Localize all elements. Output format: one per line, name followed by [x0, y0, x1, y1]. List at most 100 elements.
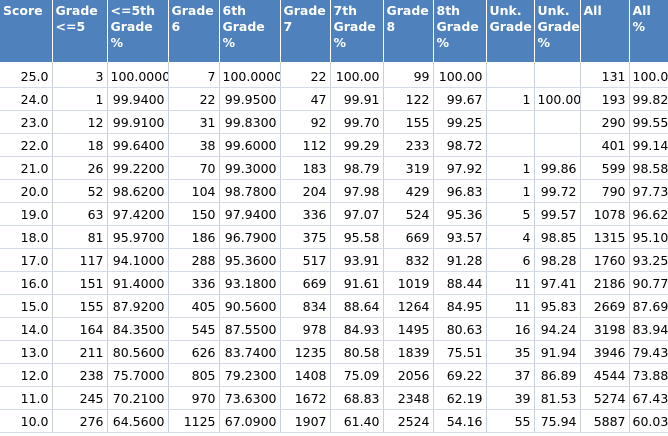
table-cell-unk-grade-pct: 86.89 — [534, 363, 581, 387]
table-cell-6th-grade-pct: 99.8300 — [219, 110, 281, 134]
table-cell-le5th-grade-pct: 95.9700 — [107, 225, 169, 249]
table-cell-unk-grade-pct: 100.00 — [534, 87, 581, 111]
table-cell-grade-8: 429 — [383, 179, 434, 203]
table-cell-unk-grade: 35 — [486, 340, 535, 364]
table-cell-all-pct: 100.00 — [629, 62, 668, 88]
table-cell-unk-grade-pct — [534, 62, 581, 88]
table-cell-all: 193 — [580, 87, 630, 111]
table-cell-grade-7: 1907 — [280, 409, 331, 433]
table-cell-unk-grade: 1 — [486, 179, 535, 203]
table-cell-grade-le5: 151 — [52, 271, 108, 295]
table-cell-7th-grade-pct: 91.61 — [330, 271, 384, 295]
table-cell-unk-grade-pct — [534, 133, 581, 157]
column-header-unk-grade-pct: Unk. Grade % — [534, 0, 581, 62]
table-cell-8th-grade-pct: 93.57 — [433, 225, 487, 249]
table-cell-8th-grade-pct: 97.92 — [433, 156, 487, 180]
table-cell-grade-6: 38 — [168, 133, 220, 157]
table-cell-all-pct: 73.88 — [629, 363, 668, 387]
table-cell-unk-grade-pct: 81.53 — [534, 386, 581, 410]
table-cell-all: 4544 — [580, 363, 630, 387]
column-header-grade-8: Grade 8 — [383, 0, 434, 62]
table-cell-8th-grade-pct: 95.36 — [433, 202, 487, 226]
table-cell-score: 24.0 — [0, 87, 53, 111]
table-cell-unk-grade-pct: 98.85 — [534, 225, 581, 249]
table-cell-6th-grade-pct: 67.0900 — [219, 409, 281, 433]
table-cell-6th-grade-pct: 73.6300 — [219, 386, 281, 410]
table-cell-all-pct: 83.94 — [629, 317, 668, 341]
table-cell-score: 19.0 — [0, 202, 53, 226]
table-cell-8th-grade-pct: 99.25 — [433, 110, 487, 134]
table-row: 25.0 3 100.0000 7 100.0000 22 100.00 99 100.00 13… — [0, 62, 668, 88]
column-header-grade-le5: Grade <=5 — [52, 0, 108, 62]
table-cell-grade-le5: 52 — [52, 179, 108, 203]
table-cell-grade-7: 336 — [280, 202, 331, 226]
table-cell-all-pct: 96.62 — [629, 202, 668, 226]
table-cell-6th-grade-pct: 99.6000 — [219, 133, 281, 157]
table-cell-8th-grade-pct: 69.22 — [433, 363, 487, 387]
table-cell-unk-grade-pct: 75.94 — [534, 409, 581, 433]
table-cell-grade-8: 122 — [383, 87, 434, 111]
table-cell-grade-7: 669 — [280, 271, 331, 295]
table-cell-grade-6: 626 — [168, 340, 220, 364]
column-header-all: All — [580, 0, 630, 62]
table-cell-grade-8: 669 — [383, 225, 434, 249]
table-row: 10.0 276 64.5600 1125 67.0900 1907 61.40 2524 54… — [0, 409, 668, 433]
table-cell-grade-8: 1264 — [383, 294, 434, 318]
table-cell-grade-8: 233 — [383, 133, 434, 157]
column-header-8th-grade-pct: 8th Grade % — [433, 0, 487, 62]
table-cell-8th-grade-pct: 75.51 — [433, 340, 487, 364]
table-cell-grade-le5: 26 — [52, 156, 108, 180]
table-cell-unk-grade: 1 — [486, 156, 535, 180]
table-row: 22.0 18 99.6400 38 99.6000 112 99.29 233 98.72 40… — [0, 133, 668, 157]
table-cell-all: 290 — [580, 110, 630, 134]
table-cell-le5th-grade-pct: 99.9400 — [107, 87, 169, 111]
table-cell-grade-8: 1839 — [383, 340, 434, 364]
table-cell-grade-7: 375 — [280, 225, 331, 249]
table-cell-grade-7: 204 — [280, 179, 331, 203]
table-cell-score: 14.0 — [0, 317, 53, 341]
table-cell-8th-grade-pct: 54.16 — [433, 409, 487, 433]
table-row: 19.0 63 97.4200 150 97.9400 336 97.07 524 95.36 5… — [0, 202, 668, 226]
table-cell-all: 2669 — [580, 294, 630, 318]
table-cell-grade-7: 22 — [280, 62, 331, 88]
table-cell-score: 25.0 — [0, 62, 53, 88]
table-cell-grade-8: 2056 — [383, 363, 434, 387]
table-cell-6th-grade-pct: 95.3600 — [219, 248, 281, 272]
table-row: 16.0 151 91.4000 336 93.1800 669 91.61 1019 88.4… — [0, 271, 668, 295]
table-cell-grade-6: 31 — [168, 110, 220, 134]
table-cell-8th-grade-pct: 84.95 — [433, 294, 487, 318]
table-cell-6th-grade-pct: 100.0000 — [219, 62, 281, 88]
table-cell-score: 11.0 — [0, 386, 53, 410]
table-body: 25.0 3 100.0000 7 100.0000 22 100.00 99 100.00 13… — [0, 62, 668, 433]
table-row: 11.0 245 70.2100 970 73.6300 1672 68.83 2348 62.… — [0, 386, 668, 410]
table-cell-grade-8: 1019 — [383, 271, 434, 295]
table-cell-7th-grade-pct: 97.07 — [330, 202, 384, 226]
table-cell-6th-grade-pct: 98.7800 — [219, 179, 281, 203]
table-cell-all: 1078 — [580, 202, 630, 226]
table-cell-unk-grade-pct: 97.41 — [534, 271, 581, 295]
table-cell-all-pct: 87.69 — [629, 294, 668, 318]
table-cell-grade-6: 150 — [168, 202, 220, 226]
table-row: 21.0 26 99.2200 70 99.3000 183 98.79 319 97.92 1 9… — [0, 156, 668, 180]
table-cell-7th-grade-pct: 99.91 — [330, 87, 384, 111]
table-cell-all: 3198 — [580, 317, 630, 341]
table-cell-grade-7: 517 — [280, 248, 331, 272]
table-cell-grade-7: 112 — [280, 133, 331, 157]
table-cell-grade-8: 99 — [383, 62, 434, 88]
column-header-6th-grade-pct: 6th Grade % — [219, 0, 281, 62]
table-cell-8th-grade-pct: 80.63 — [433, 317, 487, 341]
column-header-all-pct: All % — [629, 0, 668, 62]
table-cell-all-pct: 97.73 — [629, 179, 668, 203]
table-cell-grade-le5: 117 — [52, 248, 108, 272]
table-cell-8th-grade-pct: 91.28 — [433, 248, 487, 272]
table-cell-score: 22.0 — [0, 133, 53, 157]
table-cell-grade-le5: 164 — [52, 317, 108, 341]
table-cell-all: 401 — [580, 133, 630, 157]
table-row: 20.0 52 98.6200 104 98.7800 204 97.98 429 96.83 1… — [0, 179, 668, 203]
table-cell-grade-le5: 3 — [52, 62, 108, 88]
table-cell-8th-grade-pct: 100.00 — [433, 62, 487, 88]
table-cell-all: 1760 — [580, 248, 630, 272]
table-cell-grade-6: 70 — [168, 156, 220, 180]
table-cell-7th-grade-pct: 80.58 — [330, 340, 384, 364]
table-row: 24.0 1 99.9400 22 99.9500 47 99.91 122 99.67 1 100… — [0, 87, 668, 111]
